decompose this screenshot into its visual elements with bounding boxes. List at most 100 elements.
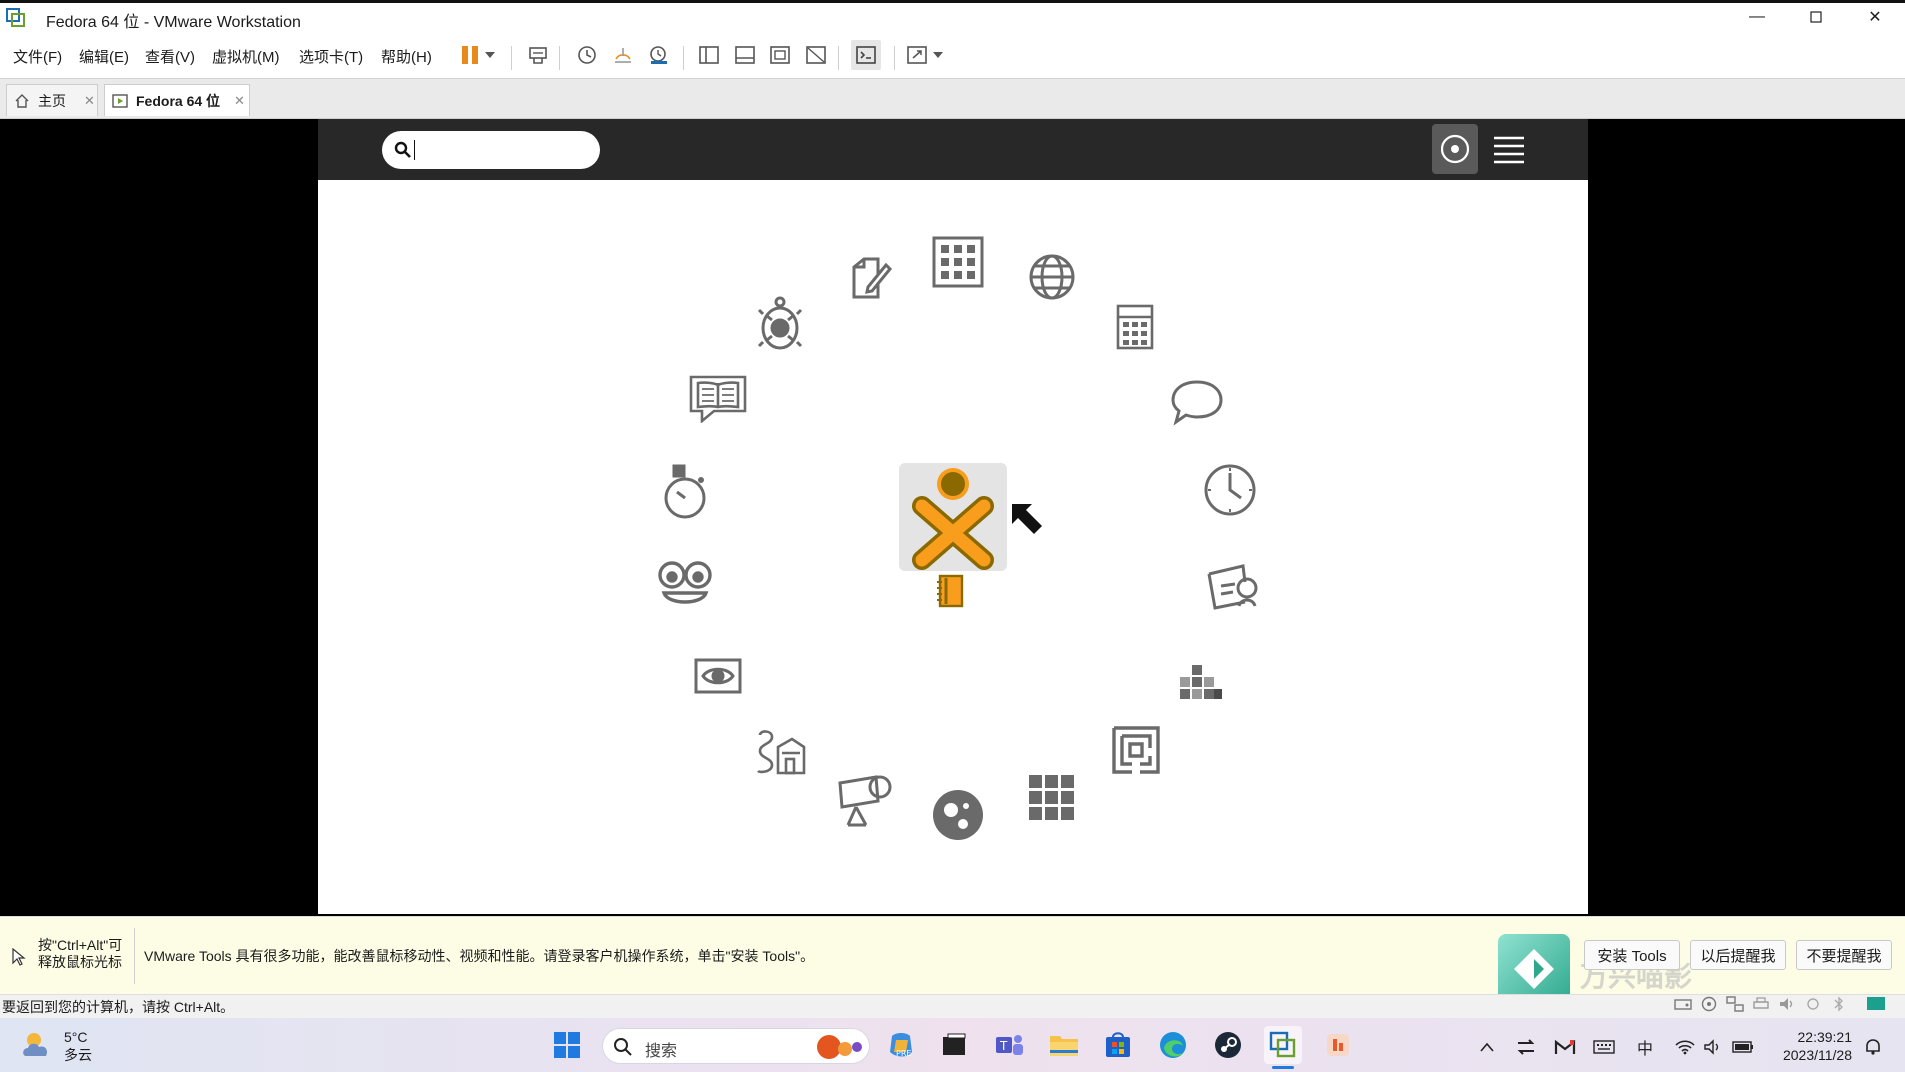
sound-icon[interactable] xyxy=(1778,996,1796,1017)
send-ctrl-alt-del-icon[interactable] xyxy=(523,40,553,70)
printer-icon[interactable] xyxy=(1752,996,1770,1017)
search-highlight-icon xyxy=(811,1033,865,1066)
speak-icon[interactable] xyxy=(655,553,715,613)
taskbar-search[interactable]: 搜索 xyxy=(602,1028,870,1064)
clock-time: 22:39:21 xyxy=(1797,1029,1853,1045)
toolbar-separator xyxy=(894,46,895,70)
keyboard-icon[interactable] xyxy=(1593,1036,1615,1058)
calculate-icon[interactable] xyxy=(1105,297,1165,357)
steam-icon[interactable] xyxy=(1209,1026,1247,1064)
teams-icon[interactable]: T xyxy=(990,1026,1028,1064)
search-icon xyxy=(613,1037,633,1062)
snapshot-manager-icon[interactable] xyxy=(644,40,674,70)
system-clock[interactable]: 22:39:21 2023/11/28 xyxy=(1776,1028,1852,1064)
show-library-icon[interactable] xyxy=(694,40,724,70)
windows-start-icon[interactable] xyxy=(548,1026,586,1064)
terminal-icon[interactable] xyxy=(935,1026,973,1064)
unity-icon[interactable] xyxy=(801,40,831,70)
spreadsheet-icon[interactable] xyxy=(928,232,988,292)
menu-vm[interactable]: 虚拟机(M) xyxy=(212,46,280,67)
remind-later-button[interactable]: 以后提醒我 xyxy=(1690,940,1786,970)
mouse-pointer-icon xyxy=(1008,500,1046,538)
fullscreen-icon[interactable] xyxy=(765,40,795,70)
pause-icon[interactable] xyxy=(455,40,485,70)
home-icon xyxy=(14,93,30,109)
never-remind-button[interactable]: 不要提醒我 xyxy=(1796,940,1892,970)
tab-close-icon[interactable]: ✕ xyxy=(234,93,245,109)
message-icon[interactable] xyxy=(1866,996,1886,1017)
device-icons xyxy=(1674,995,1894,1017)
journal-icon[interactable] xyxy=(936,574,966,608)
hard-disk-icon[interactable] xyxy=(1674,996,1692,1017)
store-icon[interactable] xyxy=(1099,1026,1137,1064)
tab-close-icon[interactable]: ✕ xyxy=(84,93,95,109)
search-input[interactable] xyxy=(382,131,600,169)
maximize-icon[interactable] xyxy=(1787,0,1845,33)
turtleblocks-icon[interactable] xyxy=(750,294,810,354)
thumbnail-bar-icon[interactable] xyxy=(730,40,760,70)
browse-icon[interactable] xyxy=(1022,247,1082,307)
active-app-indicator xyxy=(1272,1066,1294,1069)
chevron-up-icon[interactable] xyxy=(1476,1036,1498,1058)
copilot-icon[interactable]: PRE xyxy=(882,1026,920,1064)
clock-icon[interactable] xyxy=(1200,460,1260,520)
vmware-icon[interactable] xyxy=(1264,1026,1302,1064)
portfolio-icon[interactable] xyxy=(1203,558,1263,618)
memorize-icon[interactable] xyxy=(1022,768,1082,828)
wondershare-icon[interactable] xyxy=(1319,1026,1357,1064)
blocks-icon[interactable] xyxy=(1170,653,1230,713)
menu-help[interactable]: 帮助(H) xyxy=(381,46,432,67)
dropdown-icon[interactable] xyxy=(930,40,946,70)
read-icon[interactable] xyxy=(688,368,748,428)
weather-widget[interactable]: 5°C 多云 xyxy=(64,1028,92,1064)
network-icon[interactable] xyxy=(1726,995,1744,1017)
revert-snapshot-icon[interactable] xyxy=(608,40,638,70)
hint-line-1: 按"Ctrl+Alt"可 xyxy=(38,937,123,953)
home-view-icon[interactable] xyxy=(1432,124,1478,174)
menu-view[interactable]: 查看(V) xyxy=(145,46,195,67)
stopwatch-icon[interactable] xyxy=(655,462,715,522)
usb-icon[interactable] xyxy=(1804,996,1822,1017)
chat-icon[interactable] xyxy=(1167,372,1227,432)
tab-label: Fedora 64 位 xyxy=(136,92,221,109)
bluetooth-icon[interactable] xyxy=(1830,995,1848,1017)
console-view-icon[interactable] xyxy=(851,40,881,70)
list-view-icon[interactable] xyxy=(1492,132,1526,166)
minimize-icon[interactable]: — xyxy=(1728,0,1786,33)
write-icon[interactable] xyxy=(837,248,897,308)
imageviewer-eye-icon[interactable] xyxy=(688,646,748,706)
status-bar xyxy=(0,994,1905,1018)
stretch-icon[interactable] xyxy=(902,40,932,70)
notification-icon[interactable] xyxy=(1862,1036,1884,1058)
file-explorer-icon[interactable] xyxy=(1045,1026,1083,1064)
weather-icon[interactable] xyxy=(20,1028,54,1065)
svg-text:PRE: PRE xyxy=(896,1049,911,1058)
menu-tabs[interactable]: 选项卡(T) xyxy=(299,46,363,67)
weather-temp: 5°C xyxy=(64,1029,88,1045)
wifi-icon[interactable] xyxy=(1674,1036,1696,1058)
physics-icon[interactable] xyxy=(928,785,988,845)
edge-icon[interactable] xyxy=(1154,1026,1192,1064)
gmail-icon[interactable] xyxy=(1554,1036,1576,1058)
tab-fedora[interactable]: Fedora 64 位 ✕ xyxy=(104,84,250,116)
search-icon xyxy=(394,141,412,164)
battery-icon[interactable] xyxy=(1732,1036,1754,1058)
menu-edit[interactable]: 编辑(E) xyxy=(79,46,129,67)
volume-icon[interactable] xyxy=(1702,1036,1724,1058)
maze-icon[interactable] xyxy=(1106,720,1166,780)
snapshot-icon[interactable] xyxy=(572,40,602,70)
dropdown-icon[interactable] xyxy=(482,40,498,70)
tab-label: 主页 xyxy=(38,92,66,109)
imageviewer-icon[interactable] xyxy=(835,770,895,830)
hint-line-2: 释放鼠标光标 xyxy=(38,954,122,970)
menu-file[interactable]: 文件(F) xyxy=(13,46,62,67)
abacus-icon[interactable] xyxy=(749,722,809,782)
transfer-icon[interactable] xyxy=(1515,1036,1537,1058)
xo-buddy-icon[interactable] xyxy=(906,466,1000,570)
ime-indicator[interactable]: 中 xyxy=(1634,1036,1656,1058)
tab-home[interactable]: 主页 ✕ xyxy=(6,84,98,116)
toolbar-separator xyxy=(559,46,560,70)
cdrom-icon[interactable] xyxy=(1700,996,1718,1017)
close-icon[interactable]: ✕ xyxy=(1846,0,1904,33)
install-tools-button[interactable]: 安装 Tools xyxy=(1584,940,1680,970)
